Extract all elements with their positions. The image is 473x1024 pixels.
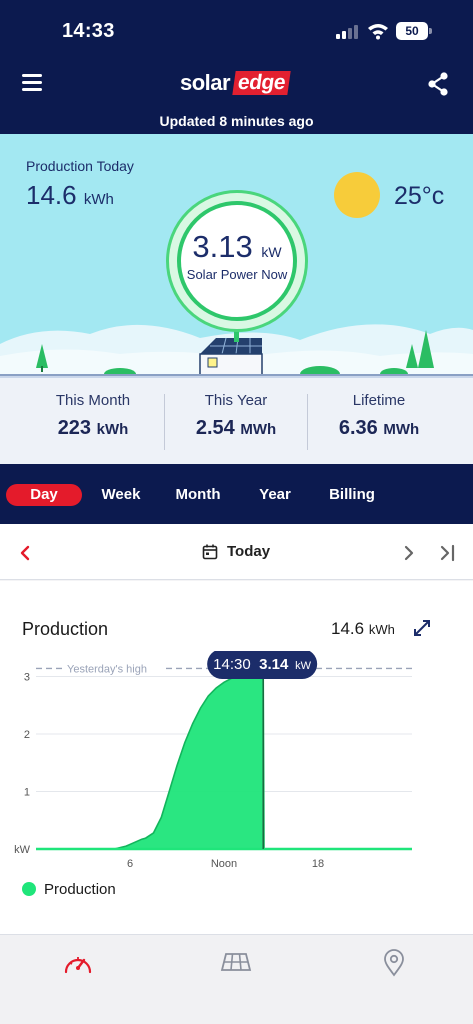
y-tick-label: 3 — [24, 672, 30, 684]
date-navigator: Today — [0, 524, 473, 580]
chart-total-number: 14.6 — [331, 619, 365, 638]
stat-this-year: This Year 2.54 MWh — [164, 392, 308, 440]
stat-label: This Year — [204, 392, 268, 409]
stat-label: This Month — [55, 392, 131, 409]
y-tick-label: 2 — [24, 729, 30, 741]
tooltip-value: 3.14 — [259, 656, 289, 673]
skip-to-latest-icon[interactable] — [438, 542, 458, 564]
sun-weather-icon — [334, 172, 380, 218]
tooltip-time: 14:30 — [213, 656, 251, 673]
logo-solar: solar — [180, 70, 231, 95]
battery-indicator: 50 — [396, 22, 428, 40]
share-icon[interactable] — [426, 71, 450, 97]
solaredge-logo: solar edge — [180, 68, 294, 96]
tab-month[interactable]: Month — [165, 484, 231, 506]
location-pin-icon[interactable] — [378, 948, 410, 978]
status-time: 14:33 — [62, 20, 115, 42]
power-now-label: Solar Power Now — [186, 267, 288, 282]
stat-number: 223 — [57, 417, 92, 439]
chevron-left-icon[interactable] — [16, 542, 34, 564]
legend-swatch — [22, 882, 36, 896]
production-chart[interactable]: 1 2 3 kW 6 Noon 18 Yesterday's high 14:30 3.14 kW — [0, 651, 473, 871]
stat-value: 223 kWh — [21, 417, 165, 440]
menu-button[interactable] — [20, 72, 44, 92]
tab-day[interactable]: Day — [6, 484, 82, 506]
power-now-inner: 3.13 kW Solar Power Now — [177, 201, 297, 321]
power-now-value: 3.13 kW — [181, 229, 293, 265]
chart-total: 14.6 kWh — [331, 619, 395, 639]
tab-week[interactable]: Week — [90, 484, 152, 506]
site-overview-hero: Production Today 14.6 kWh 25°c 3.13 kW S… — [0, 134, 473, 376]
energy-summary: This Month 223 kWh This Year 2.54 MWh Li… — [0, 376, 473, 464]
stat-label: Lifetime — [352, 392, 406, 409]
legend-label: Production — [44, 881, 116, 898]
x-tick-label: Noon — [211, 858, 237, 870]
production-chart-card: Production 14.6 kWh 1 2 3 kW 6 Noon 18 Yesterda… — [0, 581, 473, 934]
temperature-value: 25°c — [394, 182, 445, 210]
solar-panel-icon[interactable] — [220, 948, 252, 978]
stat-number: 2.54 — [195, 417, 235, 439]
stat-unit: MWh — [240, 421, 277, 438]
chart-title: Production — [22, 619, 109, 639]
production-today-value: 14.6 kWh — [26, 180, 114, 211]
production-today-label: Production Today — [26, 158, 134, 174]
dashboard-icon[interactable] — [62, 948, 94, 978]
stat-number: 6.36 — [338, 417, 378, 439]
app-header: 14:33 50 solar edge Updated 8 minutes ag… — [0, 0, 473, 134]
tab-year[interactable]: Year — [247, 484, 303, 506]
power-now-unit: kW — [261, 244, 282, 260]
calendar-icon — [202, 544, 218, 560]
chevron-right-icon[interactable] — [400, 542, 418, 564]
wifi-icon — [368, 24, 388, 40]
reference-line-label: Yesterday's high — [67, 663, 147, 675]
production-area — [36, 668, 412, 849]
y-tick-label: 1 — [24, 787, 30, 799]
stat-value: 2.54 MWh — [164, 417, 308, 440]
last-updated-text: Updated 8 minutes ago — [159, 113, 314, 129]
date-label: Today — [227, 543, 271, 560]
stat-unit: kWh — [96, 421, 129, 438]
battery-cap — [429, 28, 432, 34]
stat-this-month: This Month 223 kWh — [21, 392, 165, 440]
x-tick-label: 18 — [312, 858, 324, 870]
power-now-number: 3.13 — [192, 229, 253, 264]
stat-value: 6.36 MWh — [307, 417, 451, 440]
cellular-signal-icon — [336, 25, 360, 39]
period-tabs: Day Week Month Year Billing — [0, 464, 473, 524]
stat-lifetime: Lifetime 6.36 MWh — [307, 392, 451, 440]
x-tick-label: 6 — [127, 858, 133, 870]
stat-unit: MWh — [383, 421, 420, 438]
bottom-navigation — [0, 934, 473, 1024]
production-today-unit: kWh — [83, 191, 114, 208]
logo-edge: edge — [232, 71, 291, 95]
tab-billing[interactable]: Billing — [320, 484, 384, 506]
expand-icon[interactable] — [411, 617, 433, 639]
production-today-number: 14.6 — [26, 180, 77, 210]
chart-total-unit: kWh — [368, 622, 395, 637]
solar-power-now-gauge: 3.13 kW Solar Power Now — [166, 190, 308, 332]
y-axis-unit-label: kW — [14, 844, 31, 856]
tooltip-unit: kW — [295, 660, 312, 672]
